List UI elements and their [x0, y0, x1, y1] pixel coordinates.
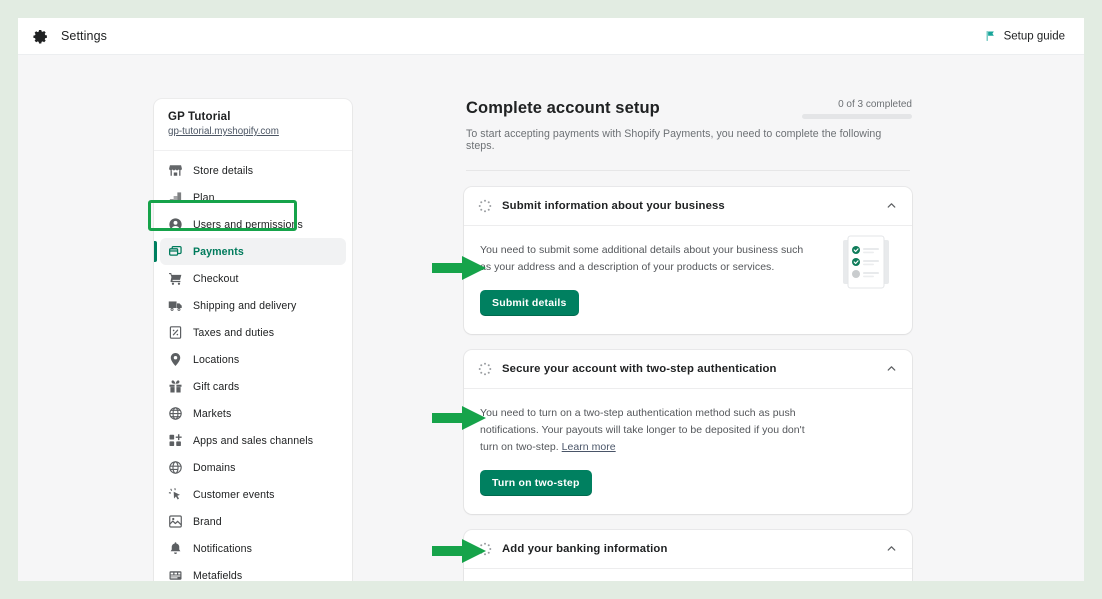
brand-icon: [168, 514, 183, 529]
header-divider: [466, 169, 910, 171]
chevron-up-icon[interactable]: [885, 362, 898, 375]
setup-card-description: You need to turn on a two-step authentic…: [480, 405, 810, 456]
sidebar-item-label: Brand: [193, 515, 222, 528]
setup-card-description-text: You need to submit some additional detai…: [480, 243, 804, 273]
store-icon: [168, 163, 183, 178]
gift-icon: [168, 379, 183, 394]
setup-card-header[interactable]: Submit information about your business: [464, 187, 912, 225]
setup-cards-container: Submit information about your business Yo…: [464, 186, 912, 581]
checklist-document-illustration: [834, 234, 898, 292]
chevron-up-icon[interactable]: [885, 542, 898, 555]
setup-card-title: Submit information about your business: [502, 199, 725, 212]
setup-card-description-text: You need to turn on a two-step authentic…: [480, 406, 805, 453]
sidebar-item-taxes-and-duties[interactable]: Taxes and duties: [160, 319, 346, 346]
setup-card-header[interactable]: Add your banking information: [464, 530, 912, 568]
submit-details-button[interactable]: Submit details: [480, 289, 579, 316]
setup-card-body: You need to submit some additional detai…: [464, 226, 912, 334]
store-card: GP Tutorial gp-tutorial.myshopify.com: [154, 99, 352, 151]
settings-sidebar: GP Tutorial gp-tutorial.myshopify.com St…: [154, 99, 352, 581]
sidebar-item-label: Markets: [193, 407, 232, 420]
setup-card: Secure your account with two-step authen…: [464, 349, 912, 514]
progress-track: [802, 114, 912, 119]
sidebar-item-checkout[interactable]: Checkout: [160, 265, 346, 292]
sidebar-item-label: Payments: [193, 245, 244, 258]
sidebar-item-label: Store details: [193, 164, 254, 177]
cart-icon: [168, 271, 183, 286]
setup-card-header[interactable]: Secure your account with two-step authen…: [464, 350, 912, 388]
pin-icon: [168, 352, 183, 367]
store-name: GP Tutorial: [168, 111, 231, 123]
sidebar-item-label: Checkout: [193, 272, 239, 285]
chevron-up-icon[interactable]: [885, 199, 898, 212]
page-body: GP Tutorial gp-tutorial.myshopify.com St…: [18, 55, 1084, 581]
learn-more-link[interactable]: Learn more: [562, 441, 616, 453]
app-window: Settings Setup guide GP Tutorial gp-tuto…: [18, 18, 1084, 581]
cursor-click-icon: [168, 487, 183, 502]
setup-card-actions: Turn on two-step: [480, 469, 896, 496]
turn-on-two-step-button[interactable]: Turn on two-step: [480, 469, 592, 496]
truck-icon: [168, 298, 183, 313]
incomplete-dotted-circle-icon: [477, 541, 493, 557]
gear-icon[interactable]: [32, 28, 49, 45]
user-icon: [168, 217, 183, 232]
sidebar-item-label: Domains: [193, 461, 236, 474]
metafields-icon: [168, 568, 183, 581]
plan-icon: [168, 190, 183, 205]
main-content: Complete account setup 0 of 3 completed …: [464, 99, 912, 581]
setup-card-description: You need to submit some additional detai…: [480, 242, 810, 276]
percent-icon: [168, 325, 183, 340]
sidebar-item-payments[interactable]: Payments: [154, 238, 346, 265]
sidebar-item-label: Shipping and delivery: [193, 299, 297, 312]
sidebar-item-notifications[interactable]: Notifications: [160, 535, 346, 562]
flag-icon: [984, 30, 997, 43]
sidebar-item-label: Gift cards: [193, 380, 240, 393]
bell-icon: [168, 541, 183, 556]
setup-card-title: Add your banking information: [502, 542, 668, 555]
sidebar-item-apps-and-sales-channels[interactable]: Apps and sales channels: [160, 427, 346, 454]
sidebar-item-store-details[interactable]: Store details: [160, 157, 346, 184]
domain-globe-icon: [168, 460, 183, 475]
sidebar-item-metafields[interactable]: Metafields: [160, 562, 346, 581]
setup-card: Add your banking information To start rec…: [464, 529, 912, 581]
incomplete-dotted-circle-icon: [477, 361, 493, 377]
setup-guide-label: Setup guide: [1003, 30, 1065, 42]
sidebar-item-plan[interactable]: Plan: [160, 184, 346, 211]
sidebar-item-markets[interactable]: Markets: [160, 400, 346, 427]
sidebar-item-label: Notifications: [193, 542, 253, 555]
incomplete-dotted-circle-icon: [477, 198, 493, 214]
sidebar-item-label: Taxes and duties: [193, 326, 275, 339]
sidebar-item-label: Locations: [193, 353, 240, 366]
setup-card: Submit information about your business Yo…: [464, 186, 912, 334]
setup-card-actions: Submit details: [480, 289, 896, 316]
apps-plus-icon: [168, 433, 183, 448]
sidebar-item-label: Apps and sales channels: [193, 434, 314, 447]
globe-icon: [168, 406, 183, 421]
payments-icon: [168, 244, 183, 259]
setup-card-title: Secure your account with two-step authen…: [502, 362, 777, 375]
sidebar-nav: Store details Plan Users and permissions Pa…: [154, 151, 352, 581]
page-subtitle: To start accepting payments with Shopify…: [466, 127, 882, 152]
setup-card-body: To start receiving payouts, you'll need …: [464, 569, 912, 581]
sidebar-item-domains[interactable]: Domains: [160, 454, 346, 481]
main-header: Complete account setup 0 of 3 completed …: [464, 99, 912, 171]
sidebar-item-label: Users and permissions: [193, 218, 303, 231]
setup-guide-button[interactable]: Setup guide: [979, 27, 1070, 46]
sidebar-item-shipping-and-delivery[interactable]: Shipping and delivery: [160, 292, 346, 319]
sidebar-item-locations[interactable]: Locations: [160, 346, 346, 373]
sidebar-item-label: Plan: [193, 191, 215, 204]
setup-card-body: You need to turn on a two-step authentic…: [464, 389, 912, 514]
setup-progress: 0 of 3 completed: [802, 99, 912, 119]
progress-label: 0 of 3 completed: [838, 99, 912, 110]
sidebar-item-label: Metafields: [193, 569, 243, 582]
store-domain-link[interactable]: gp-tutorial.myshopify.com: [168, 126, 338, 137]
sidebar-item-gift-cards[interactable]: Gift cards: [160, 373, 346, 400]
top-bar: Settings Setup guide: [18, 18, 1084, 55]
sidebar-item-brand[interactable]: Brand: [160, 508, 346, 535]
page-title-topbar: Settings: [61, 29, 107, 43]
sidebar-item-customer-events[interactable]: Customer events: [160, 481, 346, 508]
sidebar-item-label: Customer events: [193, 488, 275, 501]
sidebar-item-users-and-permissions[interactable]: Users and permissions: [160, 211, 346, 238]
